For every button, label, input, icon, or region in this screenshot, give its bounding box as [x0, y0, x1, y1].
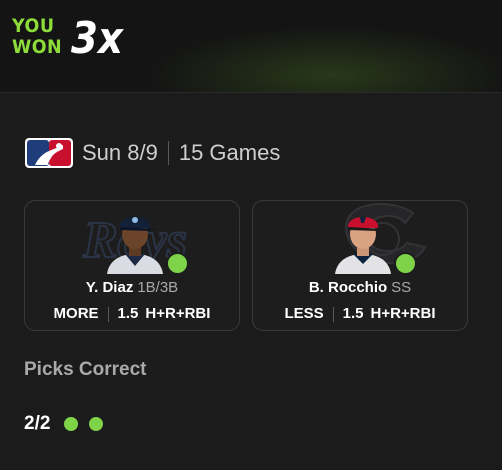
check-dot-icon — [394, 252, 417, 275]
game-info: Sun 8/9 15 Games — [25, 137, 280, 169]
picks-correct-summary: 2/2 — [24, 413, 114, 435]
player-info: Y. Diaz 1B/3B — [25, 279, 239, 297]
mlb-logo-icon — [25, 138, 73, 168]
picks-correct-title: Picks Correct — [24, 359, 147, 380]
player-name: Y. Diaz — [85, 279, 134, 296]
check-dot-icon — [166, 252, 189, 275]
pick-line-value: 1.5 — [342, 305, 364, 322]
games-count: 15 Games — [178, 140, 281, 165]
divider — [167, 141, 169, 165]
pick-details: MORE 1.5 H+R+RBI — [25, 305, 239, 323]
pick-stat: H+R+RBI — [370, 305, 436, 322]
pick-stat: H+R+RBI — [145, 305, 211, 322]
picks-correct-count: 2/2 — [24, 413, 51, 434]
pick-card[interactable]: B. Rocchio SS LESS 1.5 H+R+RBI — [252, 200, 468, 331]
you-won-label: YOU WON — [12, 16, 62, 58]
pick-direction: MORE — [53, 305, 99, 322]
you-text: YOU — [12, 15, 55, 37]
game-date: Sun 8/9 — [82, 140, 158, 165]
player-headshot — [103, 204, 167, 274]
pick-direction: LESS — [284, 305, 324, 322]
correct-dot-icon — [64, 417, 79, 431]
won-text: WON — [12, 36, 63, 58]
pick-details: LESS 1.5 H+R+RBI — [253, 305, 467, 323]
player-name: B. Rocchio — [308, 279, 388, 296]
payout-multiplier: 3x — [71, 13, 123, 64]
pick-line-value: 1.5 — [117, 305, 139, 322]
divider — [107, 306, 109, 322]
player-info: B. Rocchio SS — [253, 279, 467, 297]
result-header: YOU WON 3x — [0, 0, 502, 93]
player-position: SS — [391, 279, 412, 296]
pick-card[interactable]: Rays Y. Diaz1B/3B MORE 1.5 H+R+RBI — [24, 200, 240, 331]
divider — [332, 306, 334, 322]
correct-dot-icon — [89, 417, 104, 431]
player-position: 1B/3B — [137, 279, 179, 296]
player-headshot — [331, 204, 395, 274]
